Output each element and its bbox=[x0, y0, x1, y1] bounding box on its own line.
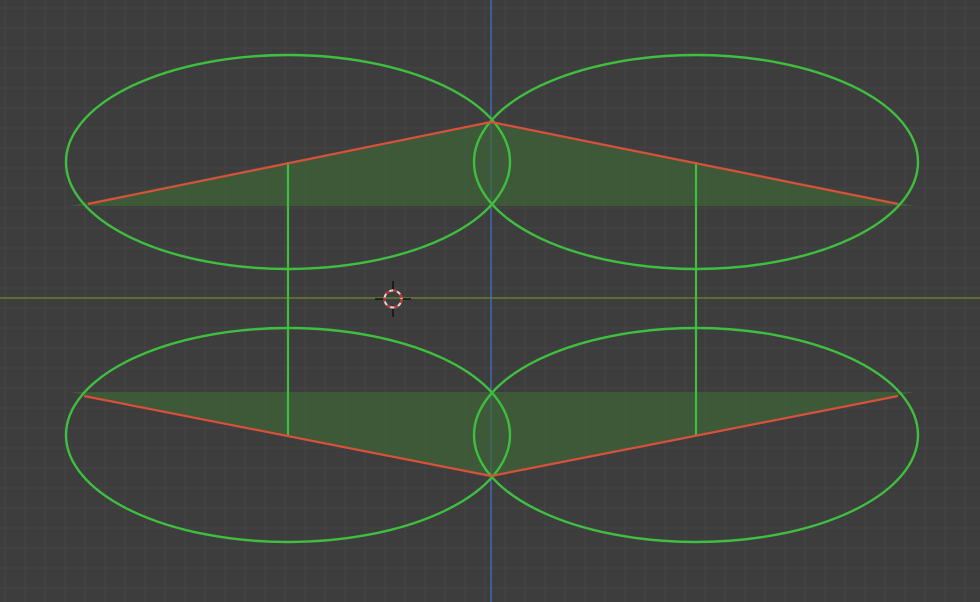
viewport-grid bbox=[0, 0, 980, 602]
3d-cursor-icon[interactable] bbox=[375, 281, 411, 317]
3d-viewport[interactable] bbox=[0, 0, 980, 602]
viewport-scene[interactable] bbox=[0, 0, 980, 602]
